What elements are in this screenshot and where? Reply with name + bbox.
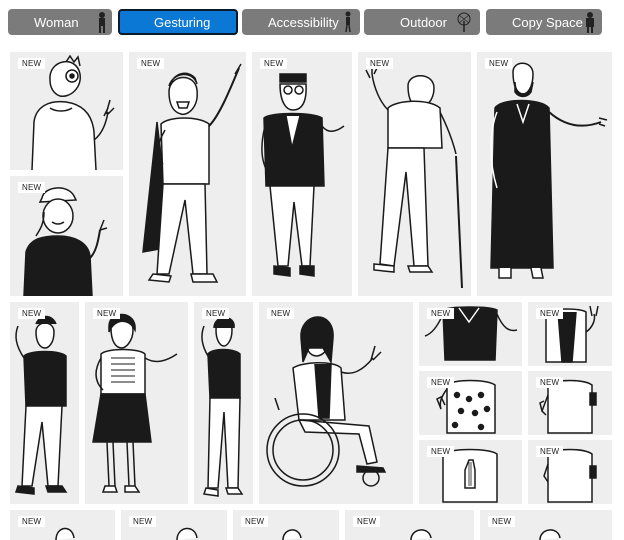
- woman-thumbnail-icon: [99, 12, 105, 33]
- illustration-card-older-man-cane[interactable]: NEW: [358, 52, 471, 296]
- woman-cap-pointing-figure-icon: [23, 187, 108, 296]
- illustration-card-partial-4[interactable]: NEW: [345, 510, 474, 540]
- new-badge: NEW: [536, 308, 564, 319]
- new-badge: NEW: [18, 182, 46, 193]
- new-badge: NEW: [488, 516, 516, 527]
- tree-thumbnail-icon: [457, 12, 471, 32]
- illustration-card-man-thobe[interactable]: NEW: [477, 52, 612, 296]
- illustration-card-man-kufi[interactable]: NEW: [252, 52, 352, 296]
- new-badge: NEW: [129, 516, 157, 527]
- man-phone-figure-icon: [14, 315, 68, 495]
- new-badge: NEW: [536, 377, 564, 388]
- tab-gesturing[interactable]: Gesturing: [118, 9, 238, 35]
- illustration-card-man-cape[interactable]: NEW: [129, 52, 246, 296]
- new-badge: NEW: [260, 58, 288, 69]
- illustration-card-fist[interactable]: NEW: [528, 440, 612, 504]
- tab-outdoor[interactable]: Outdoor: [364, 9, 480, 35]
- illustration-card-partial-3[interactable]: NEW: [233, 510, 339, 540]
- tab-label: Copy Space: [512, 14, 583, 30]
- man-thobe-figure-icon: [490, 62, 608, 279]
- illustration-card-peace-sign[interactable]: NEW: [528, 302, 612, 366]
- illustration-card-thumbs-up-dots[interactable]: NEW: [419, 371, 522, 435]
- tab-label: Accessibility: [268, 14, 339, 30]
- new-badge: NEW: [427, 446, 455, 457]
- new-badge: NEW: [366, 58, 394, 69]
- illustration-card-hands-shrug[interactable]: NEW: [419, 302, 522, 366]
- new-badge: NEW: [93, 308, 121, 319]
- new-badge: NEW: [353, 516, 381, 527]
- new-badge: NEW: [202, 308, 230, 319]
- illustration-card-hands-together[interactable]: NEW: [419, 440, 522, 504]
- cartoon-pointing-figure-icon: [31, 54, 115, 170]
- copy-space-thumbnail-icon: [586, 12, 594, 33]
- new-badge: NEW: [241, 516, 269, 527]
- tab-copy-space[interactable]: Copy Space: [486, 9, 602, 35]
- man-kufi-figure-icon: [261, 73, 345, 277]
- new-badge: NEW: [18, 308, 46, 319]
- tab-label: Outdoor: [400, 14, 447, 30]
- man-cape-pointing-figure-icon: [142, 63, 242, 283]
- illustration-card-cartoon-pointing[interactable]: NEW: [10, 52, 123, 170]
- illustration-card-man-phone[interactable]: NEW: [10, 302, 79, 504]
- illustration-card-partial-1[interactable]: NEW: [10, 510, 115, 540]
- illustration-card-partial-5[interactable]: NEW: [480, 510, 612, 540]
- new-badge: NEW: [536, 446, 564, 457]
- tab-label: Woman: [34, 14, 79, 30]
- woman-phone-figure-icon: [201, 316, 244, 497]
- new-badge: NEW: [485, 58, 513, 69]
- woman-wheelchair-figure-icon: [266, 316, 387, 487]
- illustration-card-woman-skirt[interactable]: NEW: [85, 302, 188, 504]
- new-badge: NEW: [18, 58, 46, 69]
- new-badge: NEW: [18, 516, 46, 527]
- new-badge: NEW: [267, 308, 295, 319]
- tab-accessibility[interactable]: Accessibility: [242, 9, 360, 35]
- new-badge: NEW: [137, 58, 165, 69]
- new-badge: NEW: [427, 308, 455, 319]
- tab-label: Gesturing: [154, 14, 211, 30]
- new-badge: NEW: [427, 377, 455, 388]
- tab-woman[interactable]: Woman: [8, 9, 112, 35]
- older-man-cane-figure-icon: [365, 65, 463, 289]
- illustration-card-woman-cap[interactable]: NEW: [10, 176, 123, 296]
- woman-skirt-figure-icon: [92, 313, 178, 493]
- illustration-card-woman-phone[interactable]: NEW: [194, 302, 253, 504]
- accessibility-thumbnail-icon: [345, 11, 351, 33]
- illustration-card-woman-wheelchair[interactable]: NEW: [259, 302, 413, 504]
- illustration-card-thumbs-up-armband[interactable]: NEW: [528, 371, 612, 435]
- illustration-card-partial-2[interactable]: NEW: [121, 510, 227, 540]
